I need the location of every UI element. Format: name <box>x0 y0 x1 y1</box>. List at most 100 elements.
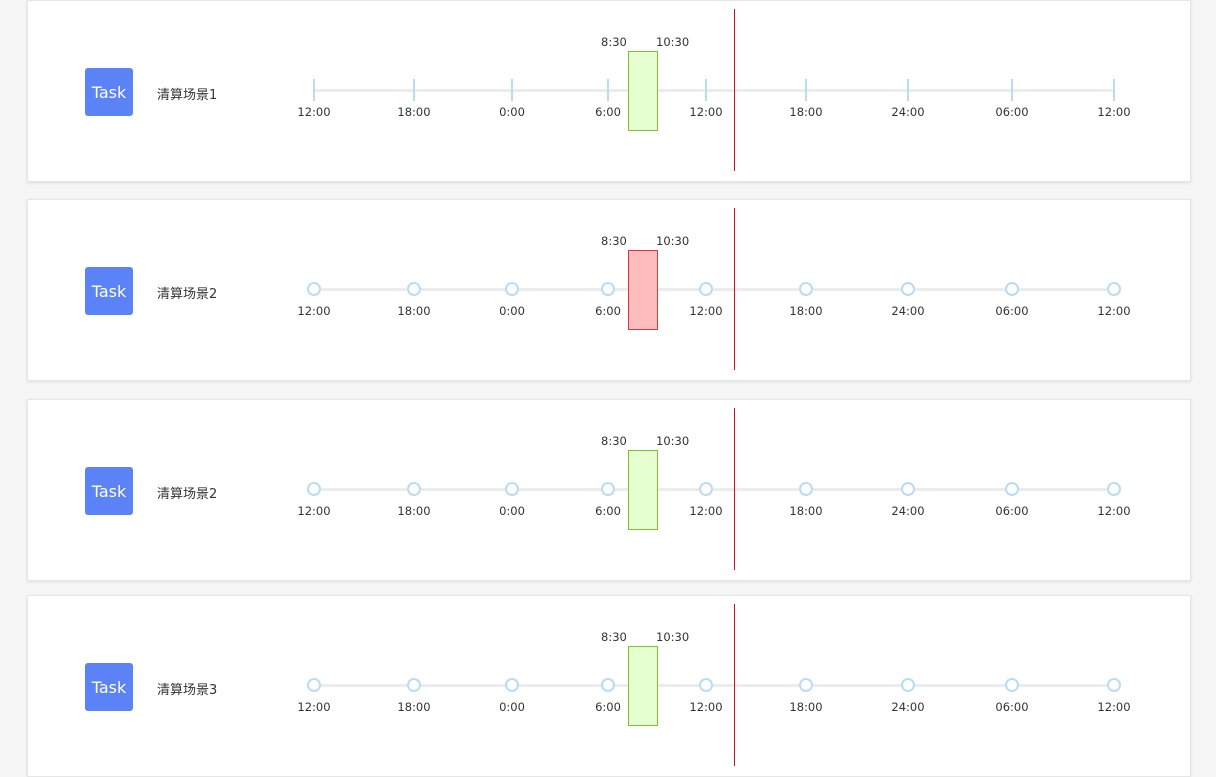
timeline-node <box>901 482 915 496</box>
task-button[interactable]: Task <box>85 68 133 116</box>
timeline-card: Task 清算场景2 12:00 18:00 0:00 6:00 12:00 18:00 24:… <box>27 199 1191 381</box>
tick-label: 12:00 <box>297 304 331 318</box>
timeline-tick <box>313 79 315 101</box>
tick-label: 12:00 <box>689 700 723 714</box>
timeline-node <box>699 482 713 496</box>
tick-label: 18:00 <box>789 700 823 714</box>
timeline-node <box>1107 282 1121 296</box>
tick-label: 06:00 <box>995 504 1029 518</box>
timeline-node <box>307 482 321 496</box>
block-end-label: 10:30 <box>656 234 690 248</box>
timeline-node <box>505 482 519 496</box>
timeline-node <box>601 282 615 296</box>
task-block-success[interactable] <box>628 51 658 131</box>
timeline-axis <box>314 488 1114 491</box>
block-start-label: 8:30 <box>601 35 627 49</box>
tick-label: 06:00 <box>995 304 1029 318</box>
tick-label: 12:00 <box>297 504 331 518</box>
timeline-node <box>1005 678 1019 692</box>
timeline-node <box>601 482 615 496</box>
timeline-node <box>407 678 421 692</box>
timeline-tick <box>705 79 707 101</box>
block-end-label: 10:30 <box>656 434 690 448</box>
tick-label: 12:00 <box>689 304 723 318</box>
timeline-axis <box>314 684 1114 687</box>
block-end-label: 10:30 <box>656 35 690 49</box>
tick-label: 24:00 <box>891 700 925 714</box>
tick-label: 24:00 <box>891 304 925 318</box>
tick-label: 12:00 <box>689 504 723 518</box>
tick-label: 06:00 <box>995 700 1029 714</box>
tick-label: 24:00 <box>891 105 925 119</box>
tick-label: 0:00 <box>499 304 525 318</box>
timeline-node <box>1005 482 1019 496</box>
scene-name: 清算场景2 <box>157 487 218 502</box>
timeline-node <box>699 678 713 692</box>
scene-name: 清算场景1 <box>157 88 218 103</box>
task-button[interactable]: Task <box>85 267 133 315</box>
timeline-node <box>799 678 813 692</box>
timeline-node <box>699 282 713 296</box>
tick-label: 12:00 <box>1097 700 1131 714</box>
current-time-line <box>734 9 735 171</box>
tick-label: 18:00 <box>397 105 431 119</box>
timeline-tick <box>1011 79 1013 101</box>
block-start-label: 8:30 <box>601 434 627 448</box>
tick-label: 12:00 <box>689 105 723 119</box>
timeline-card: Task 清算场景1 12:00 18:00 0:00 6:00 12:00 18:00 24:… <box>27 0 1191 182</box>
tick-label: 12:00 <box>1097 304 1131 318</box>
tick-label: 18:00 <box>397 504 431 518</box>
current-time-line <box>734 208 735 370</box>
timeline-node <box>407 282 421 296</box>
timeline-card: Task 清算场景3 12:00 18:00 0:00 6:00 12:00 18:00 24:… <box>27 595 1191 777</box>
timeline-tick <box>805 79 807 101</box>
tick-label: 12:00 <box>1097 504 1131 518</box>
timeline-node <box>307 678 321 692</box>
timeline-node <box>407 482 421 496</box>
timeline-axis <box>314 288 1114 291</box>
timeline-node <box>601 678 615 692</box>
tick-label: 18:00 <box>397 304 431 318</box>
tick-label: 06:00 <box>995 105 1029 119</box>
tick-label: 12:00 <box>1097 105 1131 119</box>
timeline-node <box>307 282 321 296</box>
timeline-tick <box>607 79 609 101</box>
tick-label: 12:00 <box>297 105 331 119</box>
timeline-tick <box>511 79 513 101</box>
scene-name: 清算场景3 <box>157 683 218 698</box>
task-block-success[interactable] <box>628 450 658 530</box>
current-time-line <box>734 408 735 570</box>
timeline-tick <box>1113 79 1115 101</box>
timeline-node <box>901 282 915 296</box>
timeline-tick <box>413 79 415 101</box>
tick-label: 0:00 <box>499 504 525 518</box>
timeline-tick <box>907 79 909 101</box>
timeline-node <box>1107 482 1121 496</box>
tick-label: 0:00 <box>499 105 525 119</box>
task-button[interactable]: Task <box>85 467 133 515</box>
timeline-node <box>505 678 519 692</box>
timeline-node <box>901 678 915 692</box>
block-start-label: 8:30 <box>601 630 627 644</box>
task-block-success[interactable] <box>628 646 658 726</box>
tick-label: 24:00 <box>891 504 925 518</box>
timeline-node <box>799 282 813 296</box>
tick-label: 18:00 <box>397 700 431 714</box>
block-start-label: 8:30 <box>601 234 627 248</box>
timeline-node <box>1107 678 1121 692</box>
scene-name: 清算场景2 <box>157 287 218 302</box>
task-button[interactable]: Task <box>85 663 133 711</box>
tick-label: 18:00 <box>789 504 823 518</box>
timeline-node <box>1005 282 1019 296</box>
timeline-card: Task 清算场景2 12:00 18:00 0:00 6:00 12:00 18:00 24:… <box>27 399 1191 581</box>
timeline-node <box>505 282 519 296</box>
current-time-line <box>734 604 735 766</box>
tick-label: 12:00 <box>297 700 331 714</box>
timeline-node <box>799 482 813 496</box>
tick-label: 18:00 <box>789 105 823 119</box>
timeline-axis <box>314 89 1114 92</box>
block-end-label: 10:30 <box>656 630 690 644</box>
tick-label: 0:00 <box>499 700 525 714</box>
task-block-error[interactable] <box>628 250 658 330</box>
tick-label: 18:00 <box>789 304 823 318</box>
